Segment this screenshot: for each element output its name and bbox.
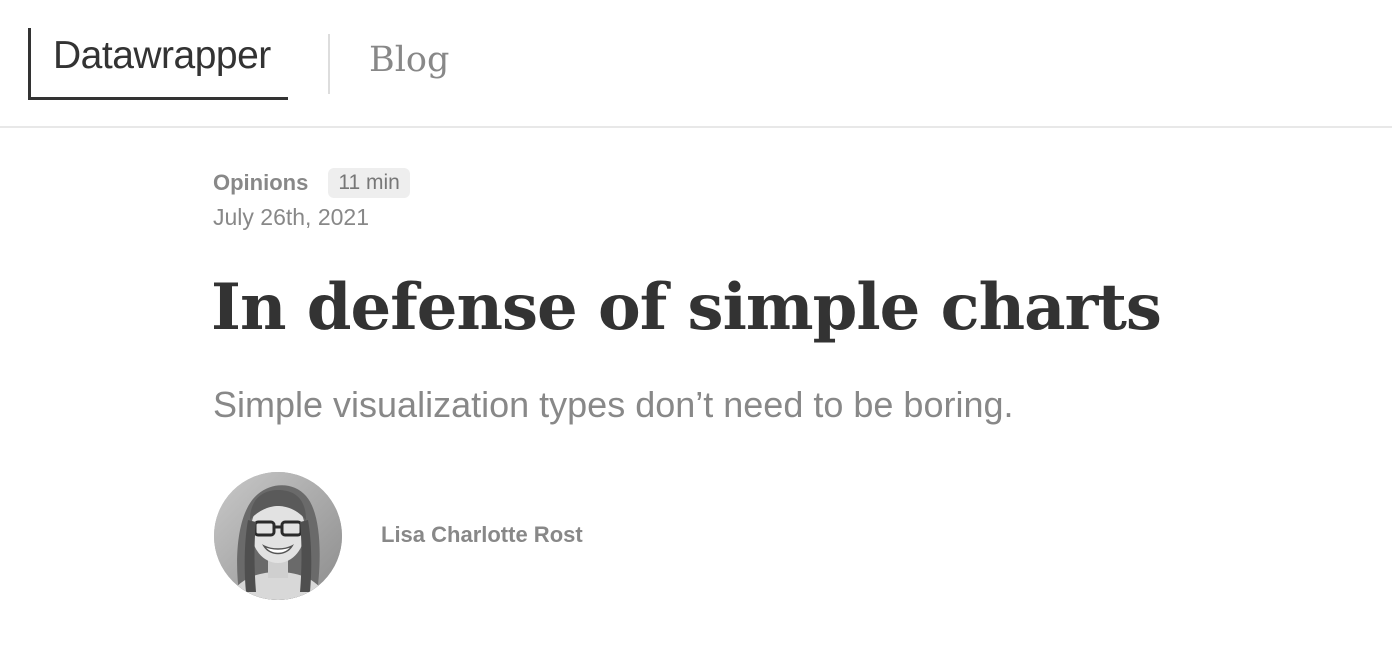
read-time-badge: 11 min: [328, 168, 410, 198]
article-subtitle: Simple visualization types don’t need to…: [213, 384, 1014, 425]
author-name-link[interactable]: Lisa Charlotte Rost: [381, 522, 583, 548]
blog-nav-link[interactable]: Blog: [369, 40, 449, 80]
datawrapper-logo[interactable]: Datawrapper: [28, 28, 288, 100]
site-header: Datawrapper Blog: [0, 0, 1392, 128]
author-portrait-image: [214, 472, 342, 600]
publish-date: July 26th, 2021: [213, 204, 370, 230]
category-link[interactable]: Opinions: [213, 170, 308, 196]
header-divider: [328, 34, 330, 94]
article-title: In defense of simple charts: [211, 270, 1162, 345]
logo-text: Datawrapper: [53, 34, 271, 77]
article-meta: Opinions 11 min: [213, 166, 410, 200]
author-avatar[interactable]: [214, 472, 342, 600]
